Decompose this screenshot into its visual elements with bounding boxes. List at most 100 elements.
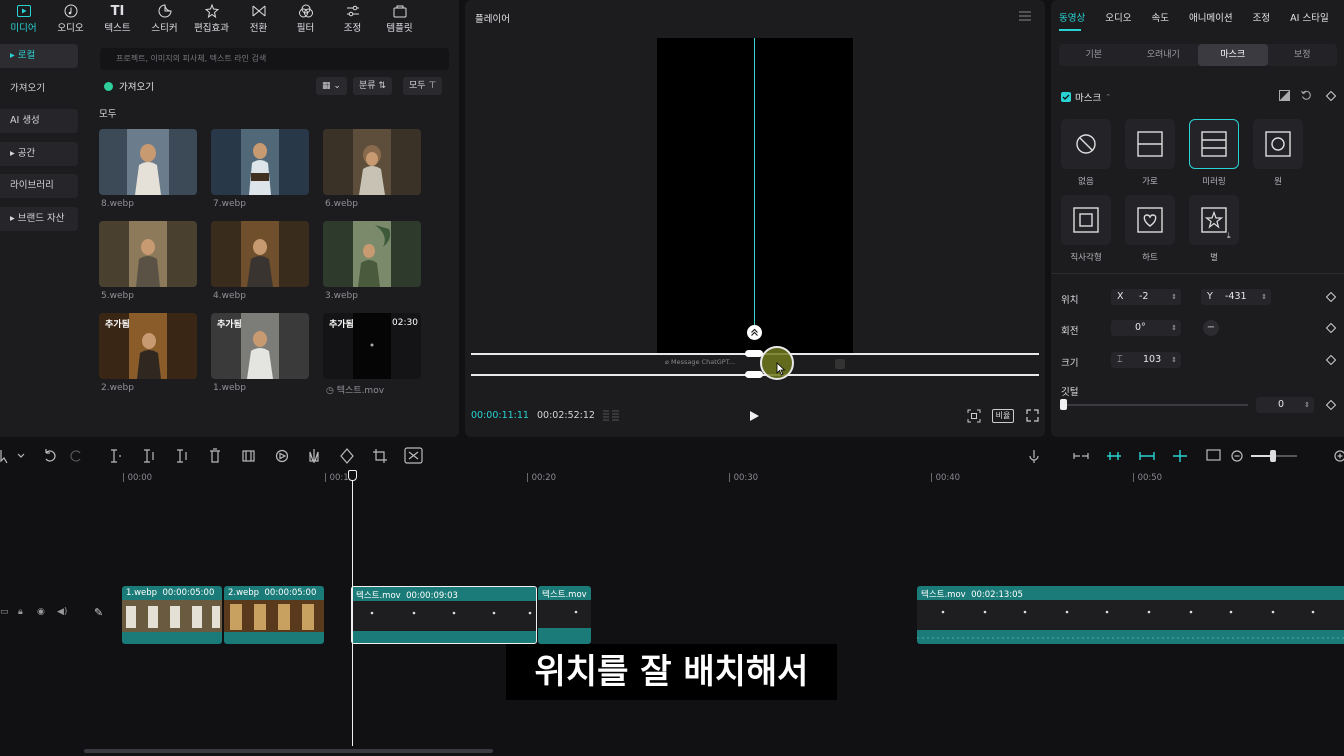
stepper-icon[interactable]: ⇕: [1261, 289, 1267, 305]
mask-rotate-handle[interactable]: [747, 325, 762, 340]
stepper-icon[interactable]: ⇕: [1171, 320, 1177, 336]
nav-space[interactable]: ▸ 공간: [0, 141, 78, 166]
mask-shape-none[interactable]: [1061, 119, 1111, 169]
timeline-clip-text-3[interactable]: 텍스트.mov 00:02:13:05: [917, 586, 1344, 644]
subtab-mask[interactable]: 마스크: [1198, 44, 1268, 66]
media-thumb-3[interactable]: [323, 221, 421, 287]
keyframe-diamond-icon[interactable]: [1326, 355, 1336, 365]
nav-brand-assets[interactable]: ▸ 브랜드 자산: [0, 206, 78, 231]
select-tool-button[interactable]: [0, 444, 10, 468]
timeline-clip-1[interactable]: 1.webp 00:00:05:00: [122, 586, 222, 644]
shape-label: 별: [1210, 253, 1218, 263]
feather-slider-thumb[interactable]: [1060, 399, 1067, 410]
keyframe-diamond-icon[interactable]: [1326, 292, 1336, 302]
filter-button[interactable]: 모두 ⊤: [403, 77, 443, 95]
mask-shape-linear[interactable]: [1125, 119, 1175, 169]
tab-speed[interactable]: 속도: [1151, 10, 1168, 24]
rotation-field[interactable]: 0° ⇕: [1111, 320, 1181, 336]
video-preview[interactable]: [657, 38, 853, 353]
timeline-clip-text-2[interactable]: 텍스트.mov: [538, 586, 591, 644]
position-y-field[interactable]: Y -431 ⇕: [1201, 289, 1271, 305]
tool-adjust[interactable]: 조정: [329, 0, 376, 38]
mask-shape-rectangle[interactable]: [1061, 195, 1111, 245]
lock-icon[interactable]: 🔒︎: [18, 607, 23, 617]
ratio-button[interactable]: 비율: [992, 409, 1014, 423]
invert-mask-button[interactable]: [1279, 90, 1290, 101]
tool-audio[interactable]: 오디오: [47, 0, 94, 38]
horizontal-scrollbar[interactable]: [84, 749, 493, 753]
record-voice-button[interactable]: [1026, 444, 1044, 468]
playhead-handle[interactable]: [348, 470, 357, 481]
tool-media[interactable]: 미디어: [0, 0, 47, 38]
position-x-field[interactable]: X -2 ⇕: [1111, 289, 1181, 305]
tool-text[interactable]: TI 텍스트: [94, 0, 141, 38]
nav-library[interactable]: 라이브러리: [0, 174, 78, 198]
stepper-icon[interactable]: ⇕: [1171, 289, 1177, 305]
mask-shape-circle[interactable]: [1253, 119, 1303, 169]
view-toggle-button[interactable]: ▦ ⌄: [316, 77, 347, 95]
fullscreen-button[interactable]: [1026, 409, 1039, 422]
sort-button[interactable]: 분류 ⇅: [353, 77, 392, 95]
media-thumb-5[interactable]: [99, 221, 197, 287]
media-thumb-6[interactable]: [323, 129, 421, 195]
keyframe-diamond-icon[interactable]: [1326, 323, 1336, 333]
media-name: 7.webp: [213, 199, 246, 209]
tool-template[interactable]: 템플릿: [376, 0, 423, 38]
tab-adjust[interactable]: 조정: [1253, 10, 1270, 24]
keyframe-diamond-icon[interactable]: [1326, 400, 1336, 410]
eye-icon[interactable]: ◉: [37, 607, 45, 617]
media-thumb-8[interactable]: [99, 129, 197, 195]
tool-label: 미디어: [10, 23, 37, 34]
volume-icon[interactable]: ◀): [57, 607, 67, 617]
tool-transition[interactable]: 전환: [235, 0, 282, 38]
stepper-icon[interactable]: ⇕: [1304, 397, 1310, 413]
delete-button[interactable]: [205, 444, 227, 468]
subtab-correction[interactable]: 보정: [1268, 44, 1338, 66]
tool-filter[interactable]: 필터: [282, 0, 329, 38]
tool-sticker[interactable]: 스티커: [141, 0, 188, 38]
tab-ai-style[interactable]: AI 스타일: [1290, 10, 1329, 24]
mask-enable-checkbox[interactable]: [1061, 92, 1071, 102]
keyframe-diamond-icon[interactable]: [1326, 91, 1336, 101]
search-input[interactable]: 프로젝트, 이미지의 피사체, 텍스트 라인 검색: [100, 48, 449, 70]
playhead-line[interactable]: [352, 470, 353, 746]
tab-animation[interactable]: 애니메이션: [1189, 10, 1233, 24]
fit-screen-button[interactable]: [967, 409, 981, 423]
nav-import[interactable]: 가져오기: [0, 77, 78, 101]
duration-badge: 02:30: [392, 318, 418, 328]
subtab-cutout[interactable]: 오려내기: [1129, 44, 1199, 66]
tool-effects[interactable]: 편집효과: [188, 0, 235, 38]
undo-button[interactable]: [40, 444, 62, 468]
rotation-dial[interactable]: −: [1203, 320, 1219, 336]
timeline-clip-2[interactable]: 2.webp 00:00:05:00: [224, 586, 324, 644]
zoom-slider[interactable]: [1250, 444, 1298, 468]
mask-bottom-handle[interactable]: [745, 371, 763, 378]
redo-button[interactable]: [74, 444, 96, 468]
split-button[interactable]: [105, 444, 127, 468]
media-thumb-4[interactable]: [211, 221, 309, 287]
stepper-icon[interactable]: ⇕: [1171, 352, 1177, 368]
nav-ai-generate[interactable]: AI 생성: [0, 109, 78, 133]
chevron-up-icon[interactable]: ⌃: [1105, 93, 1111, 101]
media-thumb-7[interactable]: [211, 129, 309, 195]
size-field[interactable]: ⌶ 103 ⇕: [1111, 352, 1181, 368]
subtab-basic[interactable]: 기본: [1059, 44, 1129, 66]
player-menu-icon[interactable]: [1019, 11, 1031, 21]
tab-audio[interactable]: 오디오: [1105, 10, 1131, 24]
auto-cut-button[interactable]: [403, 444, 425, 468]
mask-shape-heart[interactable]: [1125, 195, 1175, 245]
tab-video[interactable]: 동영상: [1059, 10, 1085, 24]
play-button[interactable]: [749, 410, 760, 422]
feather-field[interactable]: 0 ⇕: [1256, 397, 1314, 413]
timecode-grid-icon[interactable]: [602, 410, 620, 422]
feather-slider-track[interactable]: [1063, 404, 1248, 406]
feather-value: 0: [1278, 399, 1285, 410]
nav-local[interactable]: ▸ 로컬: [0, 44, 78, 68]
track-thumbnail-icon[interactable]: ▭: [0, 607, 9, 617]
edit-cover-icon[interactable]: ✎: [94, 606, 103, 619]
mask-shape-star[interactable]: ⤓: [1189, 195, 1239, 245]
mask-shape-mirror[interactable]: [1189, 119, 1239, 169]
timeline-clip-text-selected[interactable]: 텍스트.mov 00:00:09:03: [351, 586, 537, 644]
import-button[interactable]: 가져오기: [104, 77, 154, 95]
reset-button[interactable]: [1301, 90, 1312, 101]
